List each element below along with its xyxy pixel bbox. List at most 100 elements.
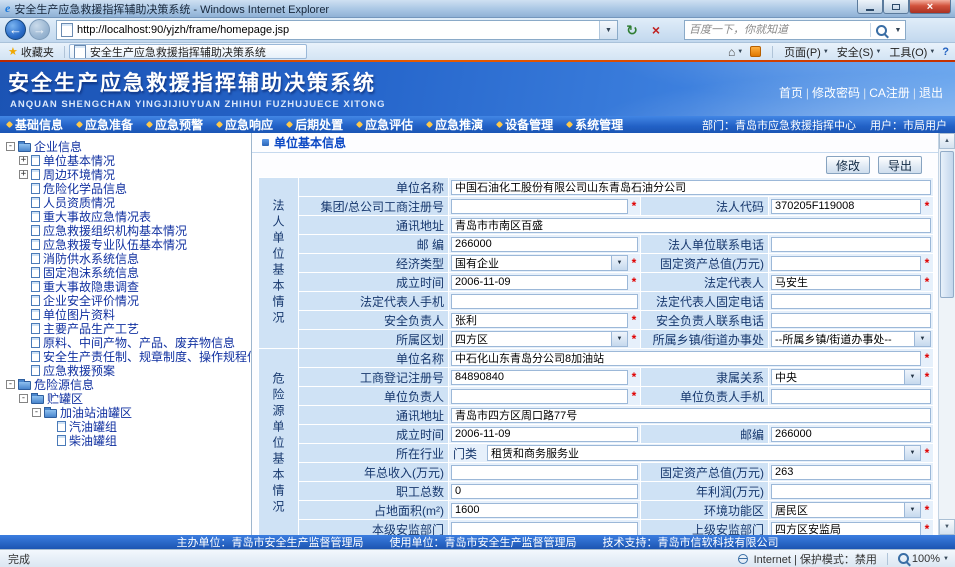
text-field[interactable] [771,199,921,214]
forward-button[interactable]: → [29,19,50,40]
favorites-star-icon[interactable]: ★ [8,45,18,58]
toolbar-command[interactable]: 工具(O)▼ [889,44,935,60]
text-field[interactable] [451,351,921,366]
header-link[interactable]: 退出 [917,84,945,101]
select-field[interactable]: --所属乡镇/街道办事处--▼ [771,331,931,347]
menu-item[interactable]: 系统管理 [560,116,630,133]
select-field[interactable]: 四方区▼ [451,331,628,347]
select-field[interactable]: 居民区▼ [771,502,921,518]
text-field[interactable] [771,275,921,290]
tree-item-label[interactable]: 消防供水系统信息 [43,251,139,265]
toolbar-command[interactable]: 安全(S)▼ [837,44,882,60]
expand-icon[interactable]: + [19,156,28,165]
tree-item-label[interactable]: 单位图片资料 [43,307,115,321]
tree-item-label[interactable]: 人员资质情况 [43,195,115,209]
tree-item[interactable]: 重大事故应急情况表 [4,209,251,223]
tree-item-label[interactable]: 应急救援专业队伍基本情况 [43,237,187,251]
text-field[interactable] [451,199,628,214]
tree-item-label[interactable]: 汽油罐组 [69,419,117,433]
text-field[interactable] [771,484,931,499]
select-field[interactable]: 国有企业▼ [451,255,628,271]
tree-item-label[interactable]: 贮罐区 [47,391,83,405]
text-field[interactable] [451,294,638,309]
home-button[interactable]: ⌂▼ [728,45,743,59]
menu-item[interactable]: 应急评估 [350,116,420,133]
search-box[interactable]: ▼ [684,20,906,40]
vertical-scrollbar[interactable]: ▲ ▼ [938,133,955,535]
tree-item-label[interactable]: 单位基本情况 [43,153,115,167]
chevron-down-icon[interactable]: ▼ [904,446,920,460]
tree-item[interactable]: + 周边环境情况 [4,167,251,181]
search-input[interactable] [685,24,870,36]
collapse-icon[interactable]: - [6,142,15,151]
header-link[interactable]: 修改密码 [810,84,862,101]
toolbar-command[interactable]: 页面(P)▼ [784,44,829,60]
tree-item[interactable]: 汽油罐组 [4,419,251,433]
tree-item[interactable]: - 危险源信息 [4,377,251,391]
header-link[interactable]: 首页 [777,84,805,101]
text-field[interactable] [451,484,638,499]
collapse-icon[interactable]: - [32,408,41,417]
menu-item[interactable]: 应急准备 [70,116,140,133]
address-input[interactable] [77,24,599,36]
tree-item-label[interactable]: 企业信息 [34,139,82,153]
tree-item[interactable]: 危险化学品信息 [4,181,251,195]
tree-item[interactable]: 应急救援预案 [4,363,251,377]
text-field[interactable] [451,180,931,195]
tree-item[interactable]: - 企业信息 [4,139,251,153]
chevron-down-icon[interactable]: ▼ [904,503,920,517]
tree-item-label[interactable]: 应急救援预案 [43,363,115,377]
browser-tab[interactable]: 安全生产应急救援指挥辅助决策系统 [69,44,307,59]
maximize-button[interactable] [883,0,909,14]
chevron-down-icon[interactable]: ▼ [611,256,627,270]
text-field[interactable] [771,522,921,536]
favorites-button[interactable]: 收藏夹 [21,44,54,60]
text-field[interactable] [451,237,638,252]
text-field[interactable] [451,389,628,404]
scroll-up-button[interactable]: ▲ [939,133,955,149]
search-dropdown-button[interactable]: ▼ [891,27,905,34]
tree-item[interactable]: 柴油罐组 [4,433,251,447]
text-field[interactable] [451,503,638,518]
tree-item-label[interactable]: 原料、中间产物、产品、废弃物信息 [43,335,235,349]
tree-item[interactable]: 单位图片资料 [4,307,251,321]
stop-button[interactable]: × [645,20,667,40]
menu-item[interactable]: 设备管理 [490,116,560,133]
text-field[interactable] [771,256,921,271]
text-field[interactable] [451,465,638,480]
menu-item[interactable]: 应急响应 [210,116,280,133]
tree-item-label[interactable]: 重大事故隐患调查 [43,279,139,293]
text-field[interactable] [771,389,931,404]
help-button[interactable]: ? [942,46,949,58]
scroll-thumb[interactable] [940,151,954,298]
tree-item-label[interactable]: 安全生产责任制、规章制度、操作规程信息 [43,349,251,363]
refresh-button[interactable]: ↻ [621,20,643,40]
collapse-icon[interactable]: - [6,380,15,389]
tree-item[interactable]: - 贮罐区 [4,391,251,405]
feeds-icon[interactable] [750,46,761,57]
tree-item[interactable]: 安全生产责任制、规章制度、操作规程信息 [4,349,251,363]
text-field[interactable] [451,522,638,536]
tree-item-label[interactable]: 危险化学品信息 [43,181,127,195]
text-field[interactable] [451,370,628,385]
text-field[interactable] [771,294,931,309]
menu-item[interactable]: 应急推演 [420,116,490,133]
zoom-control[interactable]: 100% ▼ [898,553,949,565]
menu-item[interactable]: 后期处置 [280,116,350,133]
text-field[interactable] [451,218,931,233]
tree-item[interactable]: - 加油站油罐区 [4,405,251,419]
chevron-down-icon[interactable]: ▼ [914,332,930,346]
header-link[interactable]: CA注册 [867,84,912,101]
collapse-icon[interactable]: - [19,394,28,403]
tree-item-label[interactable]: 周边环境情况 [43,167,115,181]
tree-item-label[interactable]: 加油站油罐区 [60,405,132,419]
tree-item-label[interactable]: 主要产品生产工艺 [43,321,139,335]
export-button[interactable]: 导出 [878,156,922,174]
tree-item-label[interactable]: 固定泡沫系统信息 [43,265,139,279]
expand-icon[interactable]: + [19,170,28,179]
text-field[interactable] [451,313,628,328]
menu-item[interactable]: 应急预警 [140,116,210,133]
tree-item-label[interactable]: 危险源信息 [34,377,94,391]
text-field[interactable] [771,427,931,442]
edit-button[interactable]: 修改 [826,156,870,174]
